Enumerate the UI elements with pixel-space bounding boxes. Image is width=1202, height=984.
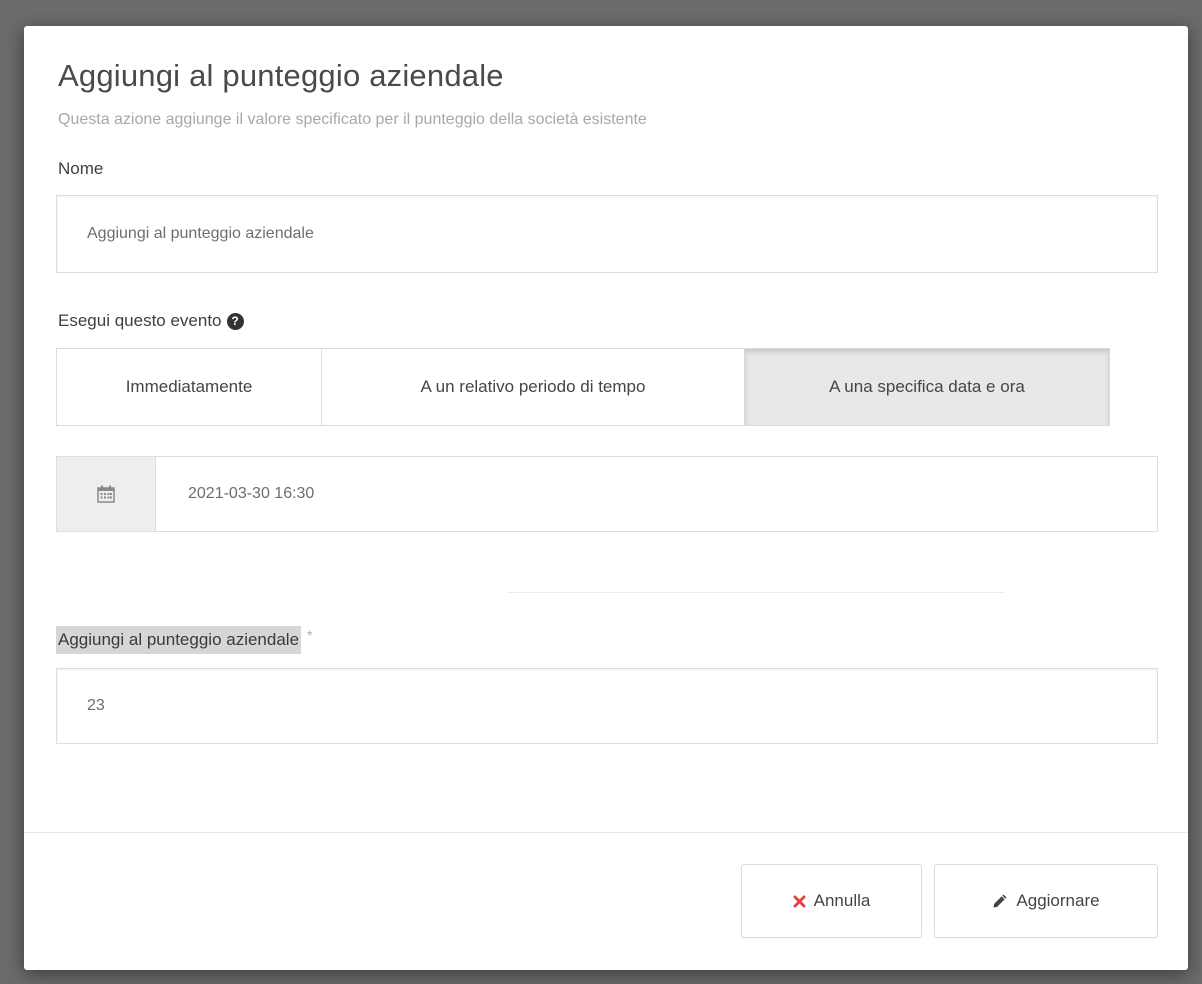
- calendar-icon: [97, 485, 115, 503]
- option-immediately[interactable]: Immediatamente: [56, 348, 322, 426]
- name-field: [56, 195, 1158, 273]
- update-label: Aggiornare: [1016, 891, 1100, 910]
- option-specific-datetime[interactable]: A una specifica data e ora: [745, 348, 1110, 426]
- score-field-label: Aggiungi al punteggio aziendale *: [56, 624, 312, 656]
- schedule-label: Esegui questo evento?: [58, 311, 244, 331]
- schedule-label-text: Esegui questo evento: [58, 311, 222, 330]
- modal-title: Aggiungi al punteggio aziendale: [58, 58, 504, 93]
- score-input[interactable]: [57, 669, 1157, 743]
- option-relative-period[interactable]: A un relativo periodo di tempo: [322, 348, 745, 426]
- name-field-label: Nome: [58, 159, 104, 178]
- schedule-options: Immediatamente A un relativo periodo di …: [56, 348, 1110, 426]
- calendar-button[interactable]: [57, 457, 156, 531]
- datetime-field: [56, 456, 1158, 532]
- required-marker: *: [307, 627, 313, 643]
- modal-dialog: Aggiungi al punteggio aziendale Questa a…: [24, 26, 1188, 970]
- modal-subtitle: Questa azione aggiunge il valore specifi…: [58, 111, 647, 128]
- name-input[interactable]: [57, 196, 1157, 272]
- pencil-icon: [992, 893, 1008, 909]
- score-label-text: Aggiungi al punteggio aziendale: [56, 626, 302, 654]
- datetime-input[interactable]: [156, 457, 1157, 531]
- score-field: [56, 668, 1158, 744]
- close-icon: [793, 895, 806, 908]
- question-circle-icon[interactable]: ?: [226, 313, 244, 330]
- divider: [508, 592, 1004, 593]
- cancel-label: Annulla: [813, 891, 871, 910]
- update-button[interactable]: Aggiornare: [934, 864, 1158, 938]
- cancel-button[interactable]: Annulla: [741, 864, 922, 938]
- footer-divider: [24, 832, 1188, 833]
